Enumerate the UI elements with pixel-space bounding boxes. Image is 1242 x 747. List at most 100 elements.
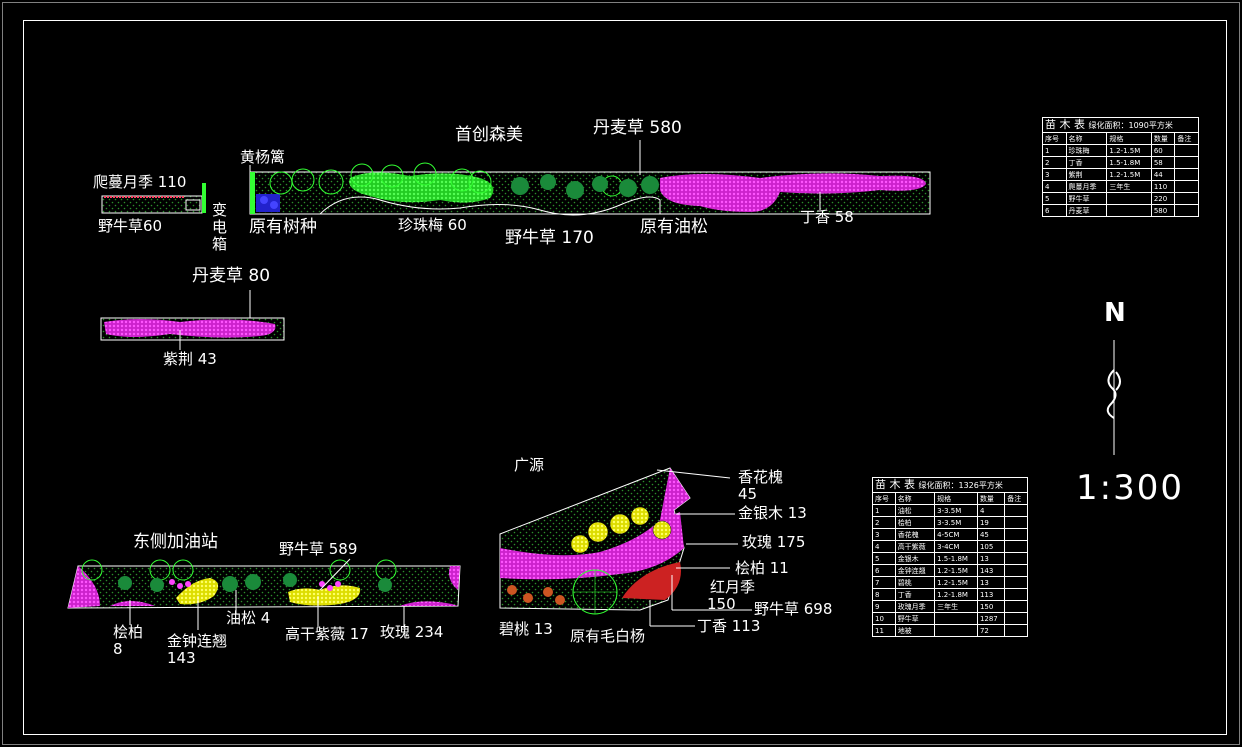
table-row: 6 丹麦草 580 bbox=[1042, 204, 1199, 217]
table-cell: 13 bbox=[976, 576, 1006, 589]
table-row: 7 碧桃 1.2-1.5M 13 bbox=[872, 576, 1028, 589]
table-cell: 香花槐 bbox=[894, 528, 936, 541]
table-cell: 3-3.5M bbox=[934, 504, 978, 517]
north-label: N bbox=[1104, 298, 1126, 328]
table-cell: 6 bbox=[1042, 204, 1067, 217]
table-cell: 220 bbox=[1150, 192, 1176, 205]
table-cell bbox=[1106, 204, 1152, 217]
table-cell: 桧柏 bbox=[894, 516, 936, 529]
label-hongyueji: 红月季 bbox=[710, 578, 756, 596]
table-cell: 44 bbox=[1150, 168, 1176, 181]
table-cell: 1.5-1.8M bbox=[1106, 156, 1152, 169]
label-shouchuang: 首创森美 bbox=[455, 125, 523, 145]
label-jinyinmu: 金银木 13 bbox=[738, 504, 807, 522]
table2-area: 绿化面积：1326平方米 bbox=[918, 480, 1003, 490]
bed-zijing bbox=[100, 317, 285, 341]
table1-title-text: 苗 木 表 bbox=[1045, 117, 1085, 131]
table1-header-cell: 名称 bbox=[1065, 132, 1108, 145]
table-cell bbox=[1106, 192, 1152, 205]
table-cell bbox=[1174, 204, 1199, 217]
label-guibai-8-count: 8 bbox=[113, 640, 123, 658]
table-cell: 珍珠梅 bbox=[1065, 144, 1108, 157]
table-row: 4 高干紫薇 3-4CM 105 bbox=[872, 540, 1028, 553]
table-cell: 10 bbox=[872, 612, 896, 625]
label-huangyangli: 黄杨篱 bbox=[240, 148, 286, 166]
table2-header-row: 序号 名称 规格 数量 备注 bbox=[872, 492, 1028, 505]
table-row: 5 金银木 1.5-1.8M 13 bbox=[872, 552, 1028, 565]
table-cell: 油松 bbox=[894, 504, 936, 517]
label-dingxiang-113: 丁香 113 bbox=[697, 617, 761, 635]
label-bitao: 碧桃 13 bbox=[499, 620, 553, 638]
table-cell: 1.2-1.5M bbox=[934, 576, 978, 589]
table1-header-row: 序号 名称 规格 数量 备注 bbox=[1042, 132, 1199, 145]
table-row: 2 丁香 1.5-1.8M 58 bbox=[1042, 156, 1199, 169]
table2-header-cell: 名称 bbox=[894, 492, 936, 505]
plant-schedule-table-2: 苗 木 表 绿化面积：1326平方米 序号 名称 规格 数量 备注 1 油松 3-3.5M 4 2… bbox=[872, 477, 1028, 637]
table-cell: 3 bbox=[1042, 168, 1067, 181]
table-cell bbox=[1174, 144, 1199, 157]
label-yeniucao-170: 野牛草 170 bbox=[505, 228, 594, 248]
table2-header-cell: 数量 bbox=[976, 492, 1006, 505]
table-cell: 3 bbox=[872, 528, 896, 541]
table-cell: 4 bbox=[872, 540, 896, 553]
table-row: 3 香花槐 4-5CM 45 bbox=[872, 528, 1028, 541]
table-cell: 丁香 bbox=[894, 588, 936, 601]
table-cell: 1 bbox=[1042, 144, 1067, 157]
table-cell: 1 bbox=[872, 504, 896, 517]
table-cell bbox=[1004, 612, 1028, 625]
label-meigui-234: 玫瑰 234 bbox=[380, 623, 444, 641]
table-cell: 7 bbox=[872, 576, 896, 589]
table-cell: 1.2-1.5M bbox=[934, 564, 978, 577]
north-arrow-icon bbox=[1106, 340, 1121, 455]
table1-header-cell: 序号 bbox=[1042, 132, 1067, 145]
table-cell bbox=[934, 624, 978, 637]
label-danmaicao-80: 丹麦草 80 bbox=[192, 266, 271, 286]
label-yuanyouyousong: 原有油松 bbox=[640, 217, 708, 237]
label-yeniucao-589: 野牛草 589 bbox=[279, 540, 358, 558]
table-cell bbox=[1004, 564, 1028, 577]
table-cell bbox=[1174, 156, 1199, 169]
table-cell: 11 bbox=[872, 624, 896, 637]
label-dian: 电 bbox=[212, 218, 228, 236]
table-cell bbox=[1004, 504, 1028, 517]
table-cell: 150 bbox=[976, 600, 1006, 613]
label-guibai-8: 桧柏 bbox=[113, 623, 144, 641]
table-cell: 143 bbox=[976, 564, 1006, 577]
table-cell: 60 bbox=[1150, 144, 1176, 157]
label-yousong-4: 油松 4 bbox=[226, 609, 271, 627]
table-cell: 碧桃 bbox=[894, 576, 936, 589]
table-cell: 丹麦草 bbox=[1065, 204, 1108, 217]
table-row: 6 金钟连翘 1.2-1.5M 143 bbox=[872, 564, 1028, 577]
label-yuanyoumaobaiyang: 原有毛白杨 bbox=[570, 627, 646, 645]
table-cell: 45 bbox=[976, 528, 1006, 541]
table-cell bbox=[1174, 168, 1199, 181]
table-cell: 3-3.5M bbox=[934, 516, 978, 529]
table2-header-cell: 规格 bbox=[934, 492, 978, 505]
table2-header-cell: 备注 bbox=[1004, 492, 1028, 505]
label-jinzhonglianqiao-count: 143 bbox=[167, 649, 196, 667]
table-cell bbox=[934, 612, 978, 625]
table1-header-cell: 数量 bbox=[1150, 132, 1176, 145]
table-cell bbox=[1004, 540, 1028, 553]
table-cell: 72 bbox=[976, 624, 1006, 637]
table-cell: 金银木 bbox=[894, 552, 936, 565]
table-cell: 19 bbox=[976, 516, 1006, 529]
label-gaoganziwei: 高干紫薇 17 bbox=[285, 625, 369, 643]
label-jinzhonglianqiao: 金钟连翘 bbox=[167, 632, 228, 650]
table-cell: 6 bbox=[872, 564, 896, 577]
table-cell: 105 bbox=[976, 540, 1006, 553]
table-cell bbox=[1004, 624, 1028, 637]
label-danmaicao-580: 丹麦草 580 bbox=[593, 118, 682, 138]
table-row: 2 桧柏 3-3.5M 19 bbox=[872, 516, 1028, 529]
table-cell: 8 bbox=[872, 588, 896, 601]
table-row: 3 紫荆 1.2-1.5M 44 bbox=[1042, 168, 1199, 181]
table1-header-cell: 规格 bbox=[1106, 132, 1152, 145]
table-cell: 丁香 bbox=[1065, 156, 1108, 169]
table-row: 9 玫瑰月季 三年生 150 bbox=[872, 600, 1028, 613]
table-row: 11 地被 72 bbox=[872, 624, 1028, 637]
label-yeniucao-698: 野牛草 698 bbox=[754, 600, 833, 618]
table-row: 1 油松 3-3.5M 4 bbox=[872, 504, 1028, 517]
table-cell: 1.2-1.8M bbox=[934, 588, 978, 601]
label-yuanyoushuzhong: 原有树种 bbox=[249, 217, 317, 237]
label-guibai-11: 桧柏 11 bbox=[735, 559, 789, 577]
